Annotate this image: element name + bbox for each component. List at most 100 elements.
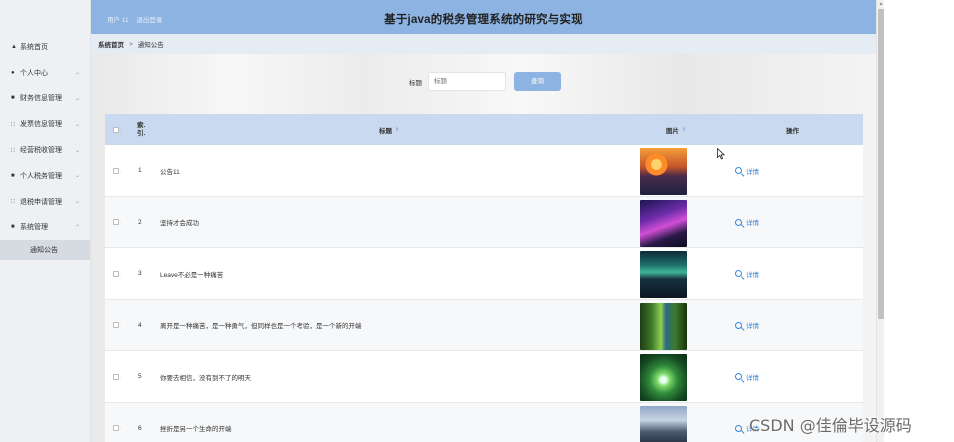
sort-icon[interactable]: ⇕ xyxy=(682,127,686,133)
column-header-title[interactable]: 标题 ⇕ xyxy=(379,114,399,145)
breadcrumb: 系统首页 > 通知公告 xyxy=(91,34,876,54)
detail-label: 详情 xyxy=(746,323,759,331)
row-index: 1 xyxy=(138,167,142,174)
row-title: 坚持才会成功 xyxy=(160,220,199,228)
table-header: . 索. 引. 标题 ⇕ 图片 ⇕ 操作 xyxy=(105,114,863,145)
top-bar: 用户 11 退出登录 基于java的税务管理系统的研究与实现 xyxy=(91,0,876,34)
row-checkbox[interactable] xyxy=(113,270,119,277)
chevron-down-icon[interactable]: ⌄ xyxy=(75,147,80,154)
briefcase-icon: ■ xyxy=(11,224,15,231)
row-image-cell xyxy=(640,351,687,402)
sort-icon[interactable]: ⇕ xyxy=(395,127,399,133)
row-checkbox[interactable] xyxy=(113,373,119,380)
row-checkbox[interactable] xyxy=(113,322,119,329)
row-title: 你要去相信，没有到不了的明天 xyxy=(160,374,251,382)
row-image-cell xyxy=(640,145,687,196)
chevron-up-icon[interactable]: ⌃ xyxy=(75,224,80,231)
row-thumbnail-image[interactable] xyxy=(640,354,687,402)
row-select-cell[interactable]: . xyxy=(113,197,121,248)
detail-button[interactable]: 详情 xyxy=(735,269,759,279)
image-header-label: 图片 xyxy=(666,127,679,135)
sidebar-item-label: 个人中心 xyxy=(20,69,48,77)
scrollbar-thumb[interactable] xyxy=(878,9,884,319)
search-title-input[interactable] xyxy=(428,72,506,91)
detail-button[interactable]: 详情 xyxy=(735,320,759,330)
chat-icon: ■ xyxy=(11,172,15,179)
row-thumbnail-image[interactable] xyxy=(640,199,687,247)
row-checkbox[interactable] xyxy=(113,167,119,174)
row-select-cell[interactable]: . xyxy=(113,248,121,299)
sidebar-item-2[interactable]: ● 个人中心 ⌄ xyxy=(0,60,90,86)
row-action-cell: 详情 xyxy=(735,145,759,196)
main-area: 用户 11 退出登录 基于java的税务管理系统的研究与实现 系统首页 > 通知… xyxy=(91,0,876,442)
chevron-down-icon[interactable]: ⌄ xyxy=(75,69,80,76)
search-icon xyxy=(735,270,742,278)
table-row: . 5 你要去相信，没有到不了的明天 详情 xyxy=(105,351,863,403)
row-thumbnail-image[interactable] xyxy=(640,251,687,299)
row-index: 3 xyxy=(138,270,142,278)
row-action-cell: 详情 xyxy=(735,300,759,351)
sidebar-item-6[interactable]: ■ 个人税务管理 ⌄ xyxy=(0,163,90,189)
chevron-down-icon[interactable]: ⌄ xyxy=(75,172,80,179)
row-index: 5 xyxy=(138,373,142,381)
row-thumbnail-image[interactable] xyxy=(640,405,687,442)
grid-icon: ∷ xyxy=(11,199,15,206)
sidebar: ▲ 系统首页 ● 个人中心 ⌄ ■ 财务信息管理 ⌄ ∷ 发票信息管理 ⌄ ∷ 经营税收管理 ⌄ ■ 个人税务… xyxy=(0,0,91,442)
breadcrumb-current: 通知公告 xyxy=(137,42,164,49)
breadcrumb-separator: > xyxy=(129,40,133,48)
sidebar-item-8[interactable]: ■ 系统管理 ⌃ xyxy=(0,215,90,241)
select-all-cell[interactable]: . xyxy=(113,114,121,145)
table-body: . 1 公告11 详情. 2 坚持才会成功 详情. 3 Leave不必是一种痛苦 详情. 4 离开是一… xyxy=(105,145,863,442)
row-checkbox[interactable] xyxy=(113,425,119,432)
chevron-down-icon[interactable]: ⌄ xyxy=(75,121,80,128)
row-action-cell: 详情 xyxy=(735,248,759,299)
search-label: 标题 xyxy=(409,80,422,87)
page-scrollbar[interactable]: ▲ xyxy=(876,0,884,442)
detail-button[interactable]: 详情 xyxy=(735,372,759,382)
row-checkbox[interactable] xyxy=(113,219,119,226)
search-icon xyxy=(735,167,742,174)
row-image-cell xyxy=(640,248,687,299)
grid-icon: ∷ xyxy=(11,121,15,128)
index-header-line-2: 引. xyxy=(137,129,146,137)
sidebar-item-label: 个人税务管理 xyxy=(20,172,62,180)
chat-icon: ■ xyxy=(11,95,15,102)
row-select-cell[interactable]: . xyxy=(113,145,121,196)
detail-label: 详情 xyxy=(746,168,759,176)
search-icon xyxy=(735,424,742,432)
row-image-cell xyxy=(640,197,687,248)
scroll-up-arrow-icon[interactable]: ▲ xyxy=(878,1,884,7)
chevron-down-icon[interactable]: ⌄ xyxy=(75,95,80,102)
sidebar-item-4[interactable]: ∷ 发票信息管理 ⌄ xyxy=(0,111,90,137)
row-image-cell xyxy=(640,300,687,351)
sidebar-item-5[interactable]: ∷ 经营税收管理 ⌄ xyxy=(0,137,90,163)
home-icon: ▲ xyxy=(11,43,17,50)
detail-button[interactable]: 详情 xyxy=(735,166,759,176)
notice-table: . 索. 引. 标题 ⇕ 图片 ⇕ 操作 . 1 公告11 详情. 2 坚持才会成功 详情. 3 L… xyxy=(105,114,863,442)
table-row: . 1 公告11 详情 xyxy=(105,145,863,197)
detail-button[interactable]: 详情 xyxy=(735,217,759,227)
row-image-cell xyxy=(640,403,687,442)
select-all-checkbox[interactable] xyxy=(113,126,119,133)
chevron-down-icon[interactable]: ⌄ xyxy=(75,198,80,205)
row-index: 4 xyxy=(138,321,142,329)
table-row: . 2 坚持才会成功 详情 xyxy=(105,196,863,249)
detail-label: 详情 xyxy=(746,220,759,228)
sidebar-item-3[interactable]: ■ 财务信息管理 ⌄ xyxy=(0,86,90,112)
sidebar-item-1[interactable]: ▲ 系统首页 xyxy=(0,34,90,60)
breadcrumb-home[interactable]: 系统首页 xyxy=(98,39,124,49)
search-button[interactable]: 查询 xyxy=(514,72,561,91)
row-title: 挫折是另一个生命的开端 xyxy=(160,426,232,434)
row-thumbnail-image[interactable] xyxy=(640,302,687,350)
row-select-cell[interactable]: . xyxy=(113,300,121,351)
sidebar-item-7[interactable]: ∷ 退税申请管理 ⌄ xyxy=(0,189,90,215)
column-header-image[interactable]: 图片 ⇕ xyxy=(666,114,686,145)
sidebar-subitem-notice[interactable]: 通知公告 xyxy=(0,240,90,261)
row-select-cell[interactable]: . xyxy=(113,351,121,402)
action-header-label: 操作 xyxy=(786,127,799,135)
row-title: 离开是一种痛苦，是一种勇气，但同样也是一个考验，是一个新的开端 xyxy=(160,323,362,331)
row-thumbnail-image[interactable] xyxy=(640,148,687,195)
row-select-cell[interactable]: . xyxy=(113,403,121,442)
detail-label: 详情 xyxy=(746,271,759,279)
sidebar-item-label: 发票信息管理 xyxy=(20,121,62,129)
